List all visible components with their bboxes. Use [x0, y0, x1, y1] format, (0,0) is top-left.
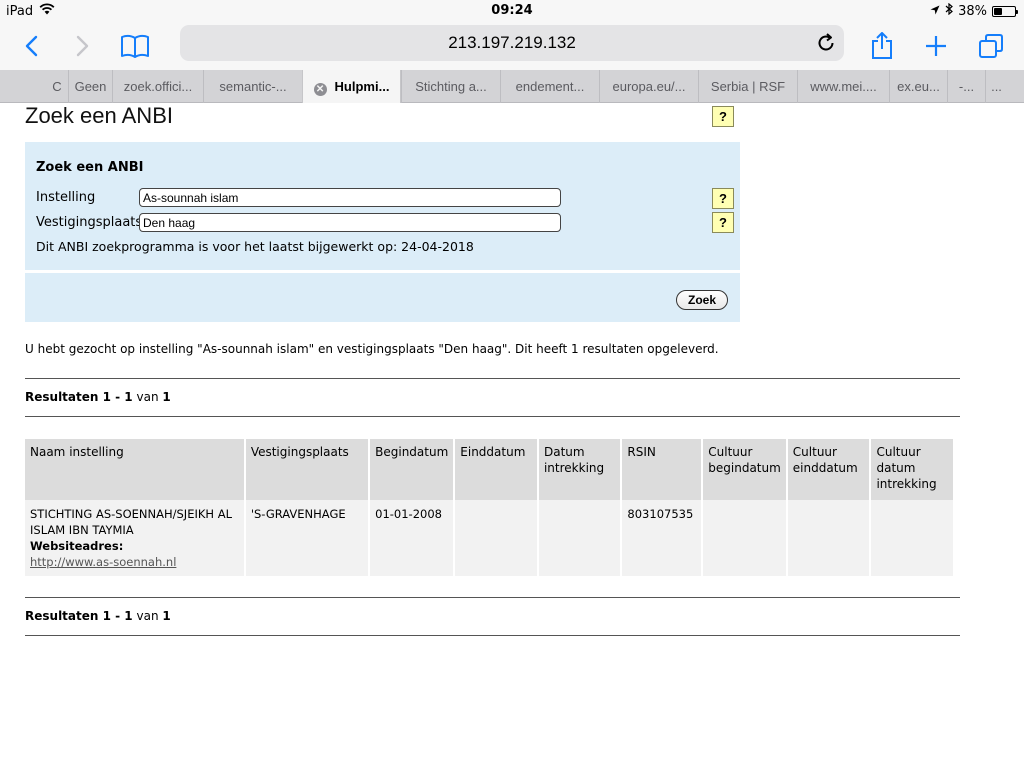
tab-1[interactable]: Geen	[68, 70, 112, 103]
share-icon[interactable]	[864, 28, 900, 64]
search-summary: U hebt gezocht op instelling "As-sounnah…	[25, 342, 719, 356]
tab-label: semantic-...	[219, 79, 287, 94]
url-text: 213.197.219.132	[448, 33, 576, 52]
tab-8[interactable]: Serbia | RSF	[698, 70, 797, 103]
column-header: Cultuur einddatum	[787, 439, 870, 500]
forward-icon[interactable]	[65, 28, 101, 64]
tab-5[interactable]: Stichting a...	[401, 70, 500, 103]
battery-percent: 38%	[958, 3, 987, 19]
instelling-naam: STICHTING AS-SOENNAH/SJEIKH AL ISLAM IBN…	[30, 507, 232, 537]
results-van: van	[136, 609, 159, 623]
website-link[interactable]: http://www.as-soennah.nl	[30, 555, 176, 569]
battery-icon	[992, 5, 1018, 17]
address-bar[interactable]: 213.197.219.132	[180, 25, 844, 61]
column-header: Datum intrekking	[538, 439, 621, 500]
tab-11[interactable]: -...	[947, 70, 985, 103]
tab-label: -...	[958, 79, 975, 94]
tab-0[interactable]: C	[46, 70, 68, 103]
results-van: van	[136, 390, 159, 404]
instelling-input[interactable]	[139, 188, 561, 207]
column-header: Einddatum	[455, 439, 537, 500]
tab-10[interactable]: ex.eu...	[889, 70, 947, 103]
cell-rsin: 803107535	[622, 500, 702, 576]
divider	[25, 416, 960, 417]
table-row: STICHTING AS-SOENNAH/SJEIKH AL ISLAM IBN…	[25, 500, 953, 576]
cell-cultuur-einddatum	[787, 500, 870, 576]
tab-label: europa.eu/...	[612, 79, 686, 94]
results-count-bottom: Resultaten 1 - 1 van 1	[25, 609, 171, 623]
bluetooth-icon	[945, 2, 954, 19]
tab-6[interactable]: endement...	[500, 70, 599, 103]
cell-cultuur-begindatum	[703, 500, 786, 576]
table-header-row: Naam instelling Vestigingsplaats Beginda…	[25, 439, 953, 500]
back-icon[interactable]	[13, 28, 49, 64]
help-button-vestigingsplaats[interactable]: ?	[712, 212, 734, 233]
results-total: 1	[162, 609, 171, 623]
cell-cultuur-datum-intrekking	[871, 500, 953, 576]
cell-naam: STICHTING AS-SOENNAH/SJEIKH AL ISLAM IBN…	[25, 500, 244, 576]
tab-3[interactable]: semantic-...	[203, 70, 302, 103]
tab-label: endement...	[515, 79, 585, 94]
results-total: 1	[162, 390, 171, 404]
tab-12[interactable]: ...	[985, 70, 1007, 103]
browser-toolbar: 213.197.219.132	[0, 22, 1024, 70]
status-bar: iPad 09:24 38%	[0, 0, 1024, 22]
help-button-title[interactable]: ?	[712, 106, 734, 127]
cell-einddatum	[455, 500, 537, 576]
tabs-overview-icon[interactable]	[973, 28, 1009, 64]
tab-label: Serbia | RSF	[710, 79, 786, 94]
zoek-button[interactable]: Zoek	[676, 290, 728, 310]
new-tab-icon[interactable]	[918, 28, 954, 64]
web-page: Zoek een ANBI ? Zoek een ANBI Instelling…	[0, 103, 1024, 768]
tab-9[interactable]: www.mei....	[797, 70, 889, 103]
instelling-label: Instelling	[36, 190, 96, 205]
reload-icon[interactable]	[814, 31, 838, 55]
tab-label: Hulpmi...	[334, 79, 390, 94]
page-title: Zoek een ANBI	[25, 103, 173, 128]
vestigingsplaats-input[interactable]	[139, 213, 561, 232]
tab-label: ex.eu...	[897, 79, 940, 94]
tab-7[interactable]: europa.eu/...	[599, 70, 698, 103]
tab-label: www.mei....	[810, 79, 877, 94]
location-icon	[930, 4, 940, 19]
cell-begindatum: 01-01-2008	[370, 500, 454, 576]
column-header: Naam instelling	[25, 439, 244, 500]
results-range: Resultaten 1 - 1	[25, 390, 133, 404]
column-header: Begindatum	[370, 439, 454, 500]
column-header: Vestigingsplaats	[245, 439, 369, 500]
column-header: Cultuur begindatum	[703, 439, 786, 500]
tab-label: Stichting a...	[415, 79, 487, 94]
battery-level	[994, 7, 1002, 15]
website-label: Websiteadres:	[30, 539, 124, 553]
tab-label: C	[52, 79, 62, 94]
close-tab-icon[interactable]: ✕	[313, 83, 327, 96]
tab-strip: C Geen zoek.offici... semantic-... ✕ Hulp…	[0, 70, 1024, 103]
divider	[25, 378, 960, 379]
cell-datum-intrekking	[538, 500, 621, 576]
tab-label: Geen	[74, 79, 107, 94]
cell-vestigingsplaats: 'S-GRAVENHAGE	[245, 500, 369, 576]
form-heading: Zoek een ANBI	[36, 160, 144, 175]
vestigingsplaats-label: Vestigingsplaats	[36, 215, 143, 230]
help-button-instelling[interactable]: ?	[712, 188, 734, 209]
divider	[25, 635, 960, 636]
tab-label: ...	[991, 79, 1002, 94]
submit-panel: Zoek	[25, 273, 740, 322]
results-range: Resultaten 1 - 1	[25, 609, 133, 623]
clock: 09:24	[491, 3, 533, 18]
column-header: RSIN	[622, 439, 702, 500]
bookmarks-icon[interactable]	[117, 28, 153, 64]
results-count-top: Resultaten 1 - 1 van 1	[25, 390, 171, 404]
tab-label: zoek.offici...	[123, 79, 193, 94]
tab-2[interactable]: zoek.offici...	[112, 70, 203, 103]
divider	[25, 597, 960, 598]
column-header: Cultuur datum intrekking	[871, 439, 953, 500]
tab-4-active[interactable]: ✕ Hulpmi...	[302, 70, 401, 103]
search-form-panel: Zoek een ANBI Instelling Vestigingsplaat…	[25, 142, 740, 270]
update-note: Dit ANBI zoekprogramma is voor het laats…	[36, 239, 474, 254]
results-table: Naam instelling Vestigingsplaats Beginda…	[23, 439, 955, 576]
